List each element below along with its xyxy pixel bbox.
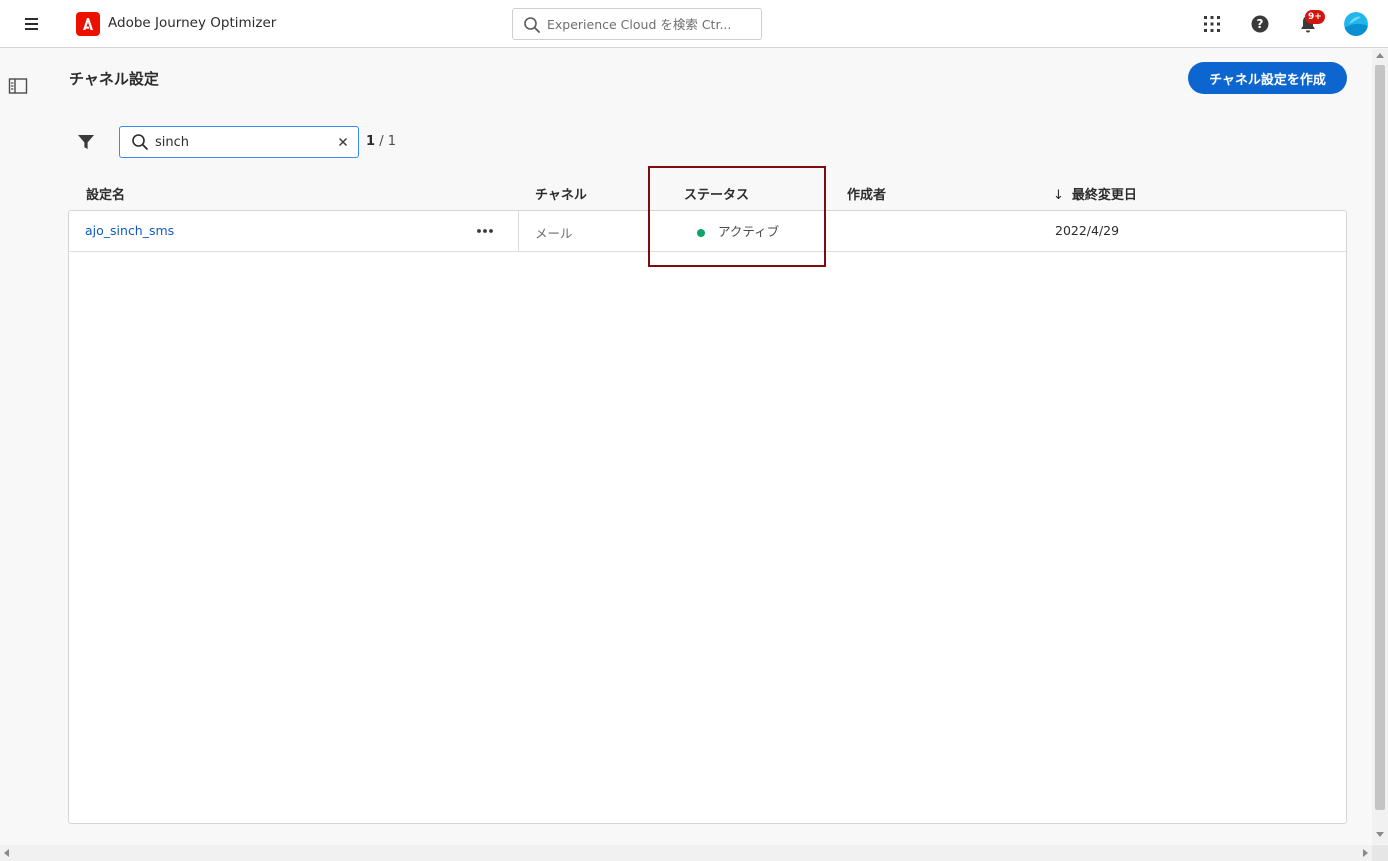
status-active-dot [697, 228, 705, 237]
menu-icon[interactable] [20, 14, 44, 34]
apps-grid-icon[interactable] [1201, 13, 1223, 35]
column-divider [518, 211, 519, 251]
clear-icon[interactable] [336, 135, 350, 149]
column-header-channel[interactable]: チャネル [535, 184, 587, 203]
scroll-right-icon[interactable] [1363, 849, 1368, 857]
status-label: アクティブ [718, 224, 780, 239]
notification-badge: 9+ [1305, 10, 1325, 24]
sort-descending-icon: ↓ [1053, 188, 1064, 203]
scroll-up-icon[interactable] [1376, 53, 1384, 58]
help-icon[interactable]: ? [1249, 13, 1271, 35]
vertical-scrollbar[interactable] [1372, 49, 1388, 844]
global-search[interactable] [512, 8, 762, 40]
status-cell: アクティブ [697, 221, 779, 240]
result-total: / 1 [379, 134, 396, 149]
filter-icon[interactable] [76, 132, 96, 152]
page-title: チャネル設定 [69, 70, 159, 88]
search-input[interactable] [155, 132, 325, 152]
avatar[interactable] [1344, 12, 1368, 36]
search-icon [524, 17, 540, 33]
scrollbar-corner [1372, 845, 1388, 861]
app-title[interactable]: Adobe Journey Optimizer [108, 15, 276, 31]
horizontal-scrollbar[interactable] [0, 845, 1372, 861]
column-header-name[interactable]: 設定名 [86, 184, 125, 203]
global-search-input[interactable] [547, 13, 755, 35]
more-icon[interactable] [473, 221, 497, 241]
column-header-last-modified[interactable]: ↓ 最終変更日 [1053, 184, 1137, 203]
result-count: 1 / 1 [366, 134, 396, 149]
table-row[interactable]: ajo_sinch_sms メール アクティブ 2022/4/29 [69, 211, 1346, 252]
column-header-author[interactable]: 作成者 [847, 184, 886, 203]
panel-toggle-icon[interactable] [8, 77, 28, 95]
search-icon [132, 134, 148, 150]
top-bar: Adobe Journey Optimizer ? 9+ [0, 0, 1388, 48]
column-header-last-modified-label: 最終変更日 [1071, 188, 1137, 203]
result-current: 1 [366, 134, 376, 149]
config-search[interactable] [119, 126, 359, 158]
configuration-name-link[interactable]: ajo_sinch_sms [85, 223, 174, 238]
scroll-left-icon[interactable] [4, 849, 9, 857]
svg-text:?: ? [1257, 17, 1264, 31]
adobe-logo-icon[interactable] [76, 12, 100, 36]
channel-cell: メール [535, 226, 573, 241]
last-modified-cell: 2022/4/29 [1055, 223, 1120, 238]
scroll-down-icon[interactable] [1376, 832, 1384, 837]
create-channel-configuration-button[interactable]: チャネル設定を作成 [1188, 62, 1347, 94]
column-header-status[interactable]: ステータス [684, 184, 749, 203]
configuration-table: ajo_sinch_sms メール アクティブ 2022/4/29 [68, 210, 1347, 824]
vertical-scroll-thumb[interactable] [1375, 65, 1385, 810]
